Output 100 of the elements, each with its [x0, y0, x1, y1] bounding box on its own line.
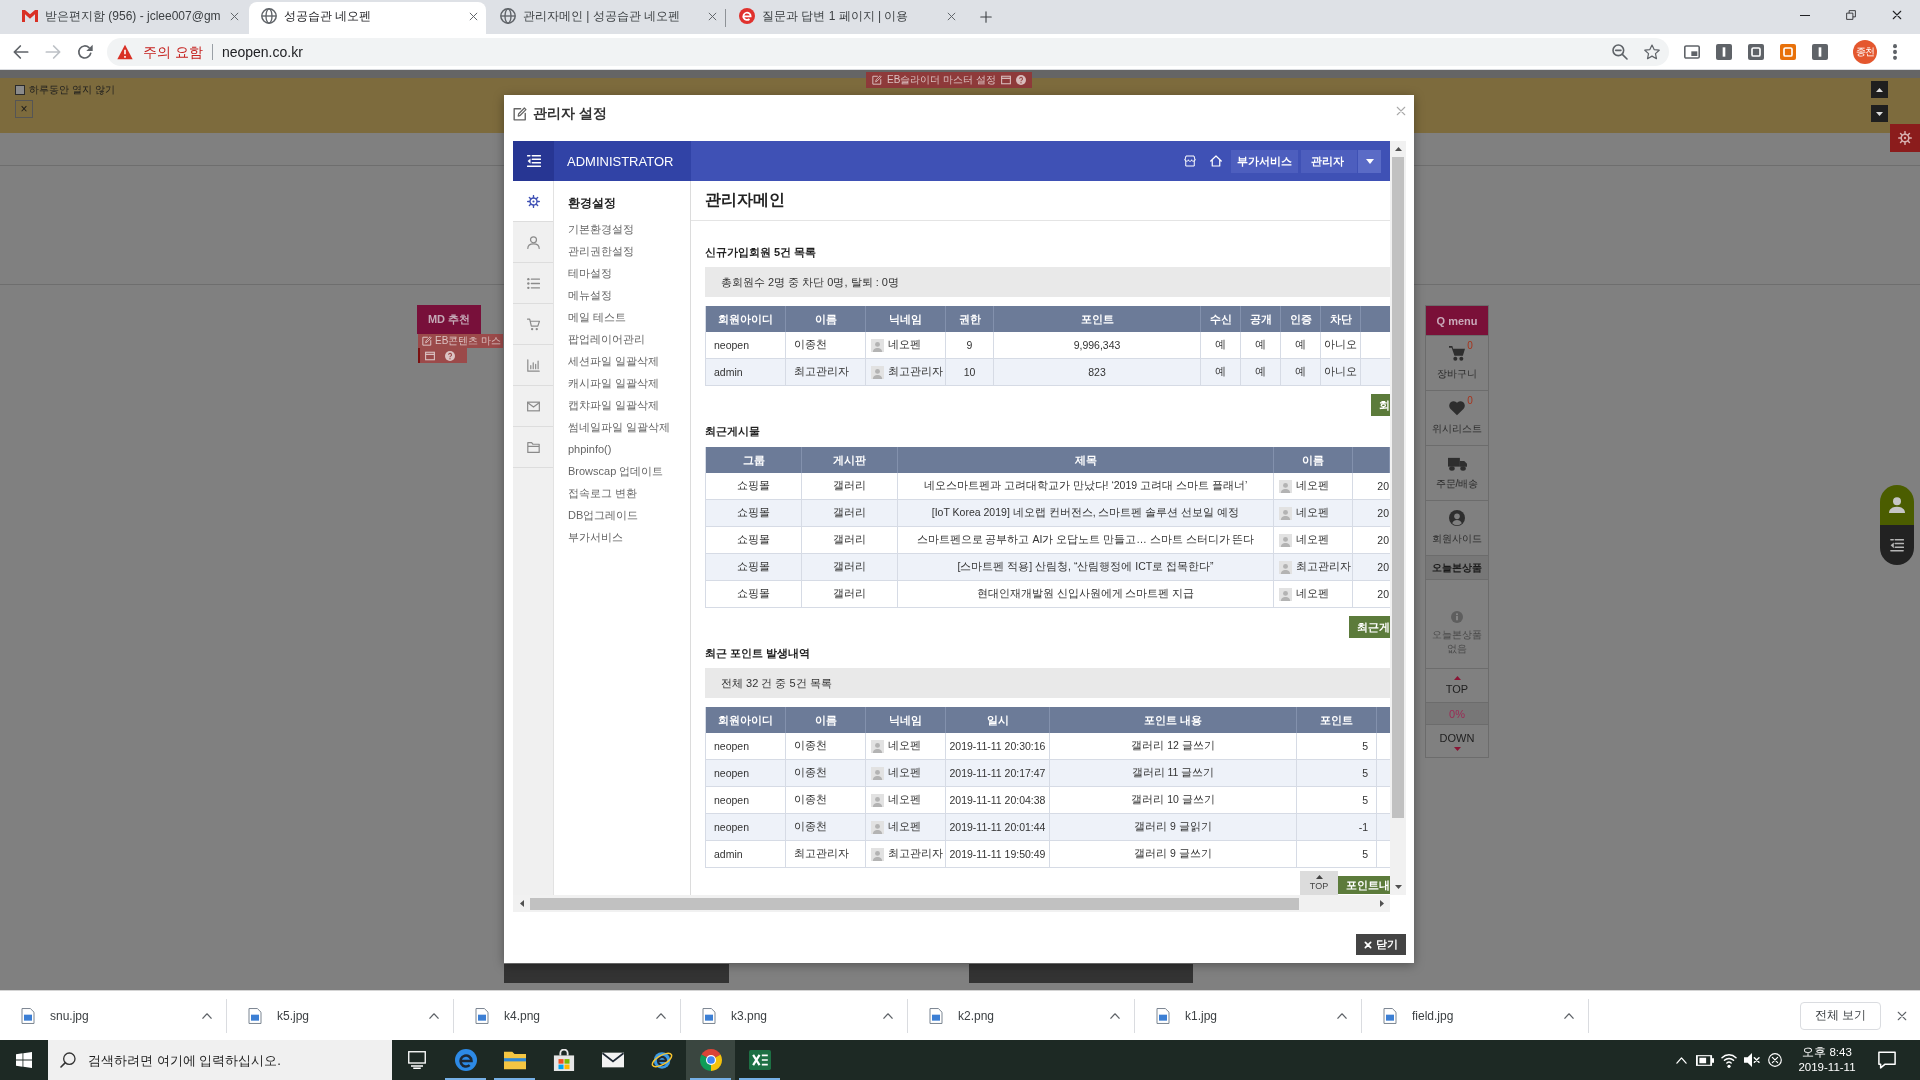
- settings-button[interactable]: [1890, 124, 1920, 152]
- more-button[interactable]: 회: [1371, 394, 1390, 416]
- download-file-name[interactable]: k2.png: [958, 1008, 995, 1023]
- wifi-icon[interactable]: [1721, 1052, 1737, 1068]
- checkbox[interactable]: [15, 85, 25, 95]
- menu-toggle-button[interactable]: [513, 141, 554, 181]
- show-all-button[interactable]: 전체 보기: [1800, 1001, 1881, 1030]
- side-tab[interactable]: [1880, 525, 1914, 565]
- storefront-icon[interactable]: [1184, 155, 1196, 167]
- home-icon[interactable]: [1210, 155, 1222, 167]
- download-file-name[interactable]: k1.jpg: [1185, 1008, 1218, 1023]
- chevron-up-icon[interactable]: [429, 1012, 439, 1019]
- close-icon[interactable]: [469, 11, 478, 21]
- menu-link[interactable]: 팝업레이어관리: [568, 328, 645, 350]
- menu-link[interactable]: phpinfo(): [568, 438, 612, 460]
- help-icon[interactable]: [1015, 75, 1026, 85]
- scroll-top-button[interactable]: TOP: [1300, 871, 1338, 895]
- help-icon[interactable]: [445, 350, 455, 361]
- settings-link[interactable]: EB콘텐츠 마스: [435, 334, 502, 348]
- taskbar-button[interactable]: [686, 1040, 735, 1080]
- browser-tab[interactable]: 성공습관 네오펜: [249, 2, 486, 34]
- kebab-menu-icon[interactable]: [1893, 43, 1897, 60]
- dropdown-button[interactable]: [1358, 149, 1381, 173]
- menu-link[interactable]: Browscap 업데이트: [568, 460, 664, 482]
- dismiss-label[interactable]: 하루동안 열지 않기: [29, 83, 115, 97]
- windows-logo-icon[interactable]: [16, 1052, 32, 1068]
- download-file-name[interactable]: field.jpg: [1412, 1008, 1454, 1023]
- menu-link[interactable]: 썸네일파일 일괄삭제: [568, 416, 671, 438]
- quick-menu-link[interactable]: 위시리스트: [1432, 422, 1482, 436]
- chevron-up-icon[interactable]: [883, 1012, 893, 1019]
- down-link[interactable]: DOWN: [1439, 731, 1475, 744]
- vertical-scrollbar[interactable]: [1390, 141, 1406, 895]
- quick-menu-link[interactable]: 장바구니: [1437, 367, 1477, 381]
- extension-tile-icon[interactable]: [1780, 43, 1796, 60]
- menu-link[interactable]: 메뉴설정: [568, 284, 612, 306]
- clock-time[interactable]: 오후 8:43: [1802, 1045, 1852, 1060]
- scroll-down-button[interactable]: [1871, 105, 1888, 122]
- download-file-name[interactable]: k4.png: [504, 1008, 541, 1023]
- menu-link[interactable]: 캐시파일 일괄삭제: [568, 372, 660, 394]
- extension-tile-icon[interactable]: [1812, 43, 1828, 60]
- user-menu-button[interactable]: 관리자: [1301, 149, 1357, 173]
- quick-menu-link[interactable]: 주문/배송: [1435, 476, 1479, 491]
- service-button[interactable]: 부가서비스: [1231, 149, 1298, 173]
- scrollbar-thumb[interactable]: [530, 897, 1299, 910]
- profile-avatar[interactable]: 종천: [1853, 39, 1877, 64]
- side-tab[interactable]: [1880, 485, 1914, 525]
- menu-link[interactable]: 관리권한설정: [568, 240, 634, 262]
- window-icon[interactable]: [425, 350, 435, 361]
- menu-link[interactable]: 접속로그 변환: [568, 482, 638, 504]
- security-warning[interactable]: 주의 요함: [143, 43, 213, 60]
- menu-link[interactable]: DB업그레이드: [568, 504, 639, 526]
- browser-tab[interactable]: 받은편지함 (956) - jclee007@gm: [10, 2, 247, 34]
- chevron-up-icon[interactable]: [1564, 1012, 1574, 1019]
- minimize-icon[interactable]: [1800, 14, 1810, 16]
- battery-icon[interactable]: [1696, 1054, 1714, 1066]
- picture-in-picture-icon[interactable]: [1684, 43, 1700, 60]
- menu-link[interactable]: 캡챠파일 일괄삭제: [568, 394, 660, 416]
- close-button[interactable]: 닫기: [1356, 934, 1406, 955]
- clock-date[interactable]: 2019-11-11: [1798, 1060, 1856, 1075]
- search-field[interactable]: 검색하려면 여기에 입력하십시오.: [48, 1040, 392, 1080]
- download-file-name[interactable]: k3.png: [731, 1008, 768, 1023]
- settings-link[interactable]: EB슬라이더 마스터 설정: [887, 73, 996, 87]
- sidebar-tab[interactable]: [513, 181, 553, 222]
- table-cell: admin: [706, 359, 786, 385]
- plus-icon[interactable]: [980, 11, 992, 23]
- menu-link[interactable]: 기본환경설정: [568, 218, 634, 240]
- more-button[interactable]: 최근게: [1349, 616, 1390, 638]
- notification-icon[interactable]: [1878, 1051, 1896, 1069]
- restore-icon[interactable]: [1846, 10, 1856, 20]
- chevron-up-icon[interactable]: [1337, 1012, 1347, 1019]
- top-link[interactable]: TOP: [1445, 683, 1469, 695]
- download-file-name[interactable]: k5.jpg: [277, 1008, 310, 1023]
- download-file-name[interactable]: snu.jpg: [50, 1008, 89, 1023]
- browser-tab[interactable]: 관리자메인 | 성공습관 네오펜: [488, 2, 725, 34]
- reload-icon[interactable]: [77, 43, 93, 60]
- horizontal-scrollbar[interactable]: [513, 895, 1390, 912]
- star-icon[interactable]: [1644, 43, 1660, 60]
- zoom-icon[interactable]: [1612, 43, 1628, 60]
- menu-link[interactable]: 부가서비스: [568, 526, 623, 548]
- chevron-up-icon[interactable]: [202, 1012, 212, 1019]
- address-bar[interactable]: 주의 요함 neopen.co.kr: [107, 37, 1669, 66]
- menu-link[interactable]: 세션파일 일괄삭제: [568, 350, 660, 372]
- browser-tab[interactable]: 질문과 답변 1 페이지 | 이용: [727, 2, 964, 34]
- menu-link[interactable]: 테마설정: [568, 262, 612, 284]
- quick-menu-link[interactable]: 회원사이드: [1432, 532, 1482, 546]
- back-arrow-icon[interactable]: [13, 43, 29, 60]
- more-button[interactable]: 포인트내: [1338, 876, 1390, 894]
- circle-x-icon[interactable]: [1768, 1053, 1782, 1067]
- extension-tile-icon[interactable]: [1716, 43, 1732, 60]
- close-icon[interactable]: [1892, 10, 1902, 20]
- scroll-up-button[interactable]: [1871, 81, 1888, 98]
- chevron-up-icon[interactable]: [1110, 1012, 1120, 1019]
- window-icon[interactable]: [1000, 75, 1011, 85]
- muted-speaker-icon[interactable]: [1744, 1052, 1760, 1068]
- scrollbar-thumb[interactable]: [1392, 157, 1404, 818]
- menu-link[interactable]: 메일 테스트: [568, 306, 627, 328]
- chevron-up-icon[interactable]: [656, 1012, 666, 1019]
- extension-tile-icon[interactable]: [1748, 43, 1764, 60]
- close-banner-button[interactable]: ×: [15, 100, 33, 118]
- close-icon[interactable]: [1897, 1010, 1907, 1021]
